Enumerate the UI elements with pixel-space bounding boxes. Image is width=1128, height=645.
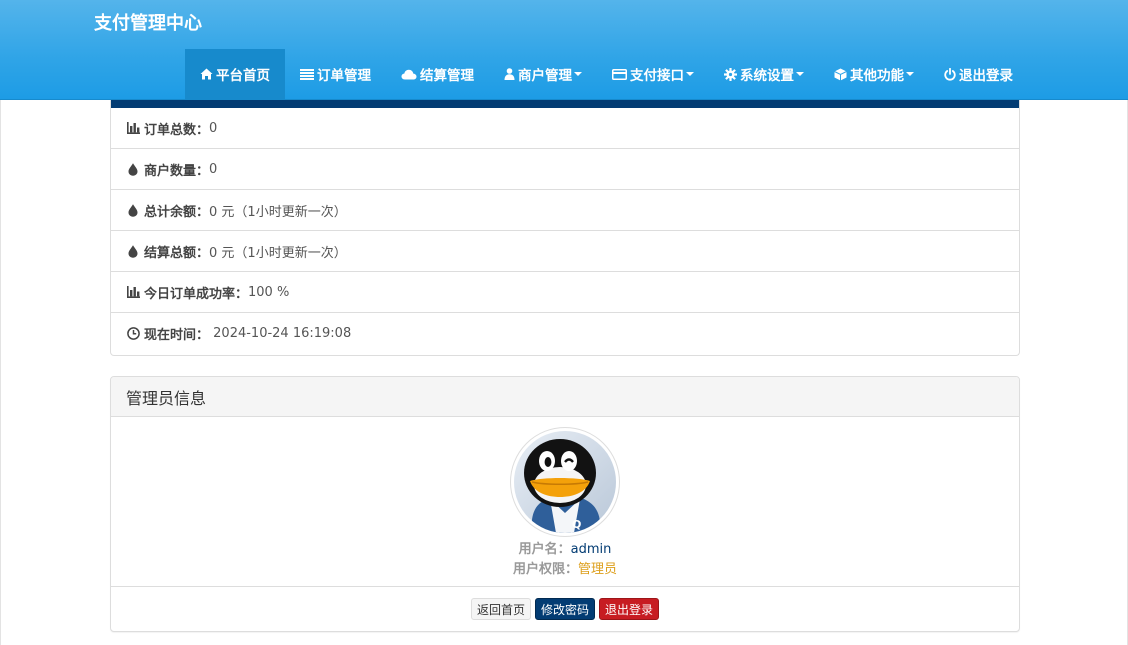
stat-total-balance: 总计余额： 0 元（1小时更新一次）	[111, 190, 1019, 231]
home-icon	[200, 68, 213, 80]
brand-title[interactable]: 支付管理中心	[94, 10, 202, 38]
main-nav: 平台首页 订单管理 结算管理 商户管理 支付接口 系统设置 其他功能 退出登录	[185, 49, 1028, 99]
stat-value: 0	[209, 161, 218, 177]
list-icon	[300, 68, 314, 80]
nav-settlement[interactable]: 结算管理	[386, 49, 489, 99]
back-home-button[interactable]: 返回首页	[470, 598, 531, 620]
admin-panel-title: 管理员信息	[111, 377, 1019, 417]
user-icon	[504, 68, 515, 80]
role-value: 管理员	[578, 562, 618, 577]
nav-system-settings[interactable]: 系统设置	[709, 49, 819, 99]
nav-merchants-label: 商户管理	[518, 68, 572, 84]
penguin-avatar-icon: Q	[514, 431, 616, 533]
nav-merchants[interactable]: 商户管理	[489, 49, 597, 99]
nav-other-functions-label: 其他功能	[850, 68, 904, 84]
power-icon	[944, 67, 956, 81]
bar-chart-icon	[126, 286, 140, 298]
bar-chart-icon	[126, 122, 140, 134]
stat-value: 0 元（1小时更新一次）	[209, 204, 347, 220]
username-label: 用户名：	[518, 542, 571, 557]
nav-home-label: 平台首页	[216, 68, 270, 84]
chevron-down-icon	[686, 72, 694, 76]
stat-label: 今日订单成功率：	[144, 286, 249, 302]
top-navbar: 支付管理中心 平台首页 订单管理 结算管理 商户管理 支付接口 系统设置 其他功…	[0, 0, 1128, 100]
stat-merchant-count: 商户数量： 0	[111, 149, 1019, 190]
stat-value: 100 %	[248, 284, 290, 300]
role-line: 用户权限：管理员	[111, 558, 1019, 577]
nav-other-functions[interactable]: 其他功能	[819, 49, 929, 99]
stat-success-rate: 今日订单成功率： 100 %	[111, 272, 1019, 313]
username-value: admin	[570, 542, 612, 557]
nav-home[interactable]: 平台首页	[185, 49, 285, 99]
stats-list: 订单总数： 0 商户数量： 0 总计余额： 0 元（1小时更新一次） 结算总额：…	[111, 108, 1019, 354]
nav-settlement-label: 结算管理	[420, 68, 474, 84]
nav-payment-api-label: 支付接口	[630, 68, 684, 84]
admin-info-panel: 管理员信息 Q 用户名：admin 用户权限：管理员 返回首页 修改密码 退出登…	[110, 376, 1020, 632]
nav-orders-label: 订单管理	[317, 68, 371, 84]
username-line: 用户名：admin	[111, 538, 1019, 557]
stat-label: 订单总数：	[144, 122, 210, 138]
credit-card-icon	[612, 68, 627, 80]
nav-logout[interactable]: 退出登录	[929, 49, 1028, 99]
stat-current-time: 现在时间： 2024-10-24 16:19:08	[111, 313, 1019, 354]
clock-icon	[126, 327, 140, 340]
change-password-button[interactable]: 修改密码	[534, 598, 595, 620]
stat-value: 0	[209, 120, 218, 136]
stats-panel-header	[111, 100, 1019, 108]
drop-icon	[126, 203, 140, 217]
stat-label: 商户数量：	[144, 163, 210, 179]
admin-panel-footer: 返回首页 修改密码 退出登录	[111, 587, 1019, 631]
stat-label: 现在时间：	[144, 328, 210, 343]
cog-icon	[724, 67, 737, 81]
cloud-icon	[401, 69, 417, 80]
chevron-down-icon	[796, 72, 804, 76]
nav-orders[interactable]: 订单管理	[285, 49, 386, 99]
role-label: 用户权限：	[512, 562, 578, 577]
nav-system-settings-label: 系统设置	[740, 68, 794, 84]
stat-label: 总计余额：	[144, 204, 210, 220]
stat-value: 0 元（1小时更新一次）	[209, 245, 347, 261]
stat-label: 结算总额：	[144, 245, 210, 261]
stat-order-total: 订单总数： 0	[111, 108, 1019, 149]
nav-logout-label: 退出登录	[959, 68, 1013, 84]
nav-payment-api[interactable]: 支付接口	[597, 49, 709, 99]
chevron-down-icon	[906, 72, 914, 76]
drop-icon	[126, 244, 140, 258]
logout-button[interactable]: 退出登录	[599, 598, 660, 620]
svg-text:Q: Q	[572, 518, 581, 531]
chevron-down-icon	[574, 72, 582, 76]
admin-panel-body: Q 用户名：admin 用户权限：管理员	[111, 417, 1019, 587]
drop-icon	[126, 162, 140, 176]
stats-panel: 订单总数： 0 商户数量： 0 总计余额： 0 元（1小时更新一次） 结算总额：…	[110, 100, 1020, 356]
avatar: Q	[510, 427, 620, 537]
stat-value: 2024-10-24 16:19:08	[209, 326, 352, 341]
cube-icon	[834, 68, 847, 81]
stat-settlement-total: 结算总额： 0 元（1小时更新一次）	[111, 231, 1019, 272]
